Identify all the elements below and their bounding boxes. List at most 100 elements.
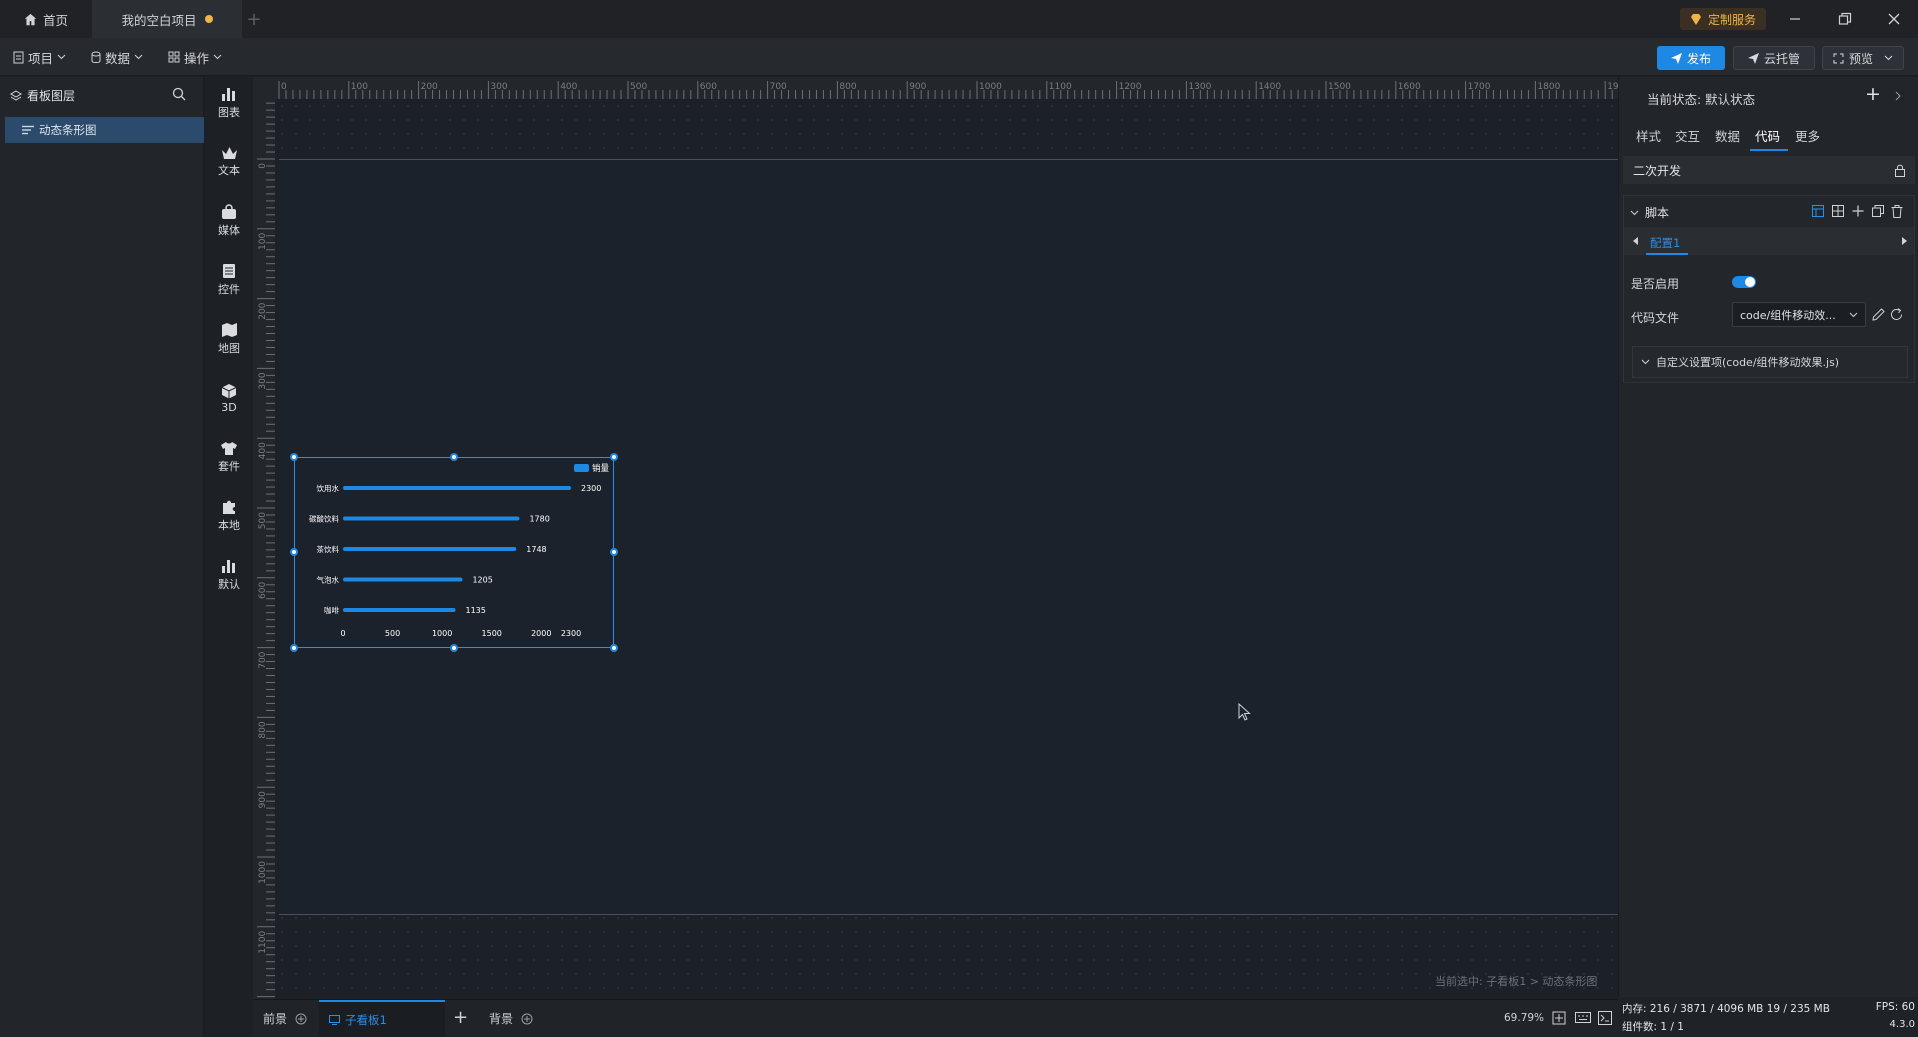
unsaved-dot <box>204 15 213 23</box>
background-tab[interactable]: 背景 <box>489 1010 533 1027</box>
layers-title: 看板图层 <box>27 89 76 103</box>
minimize-button[interactable] <box>1784 8 1806 30</box>
caret-right-icon[interactable] <box>1902 237 1907 245</box>
zoom-level[interactable]: 69.79% <box>1504 1012 1544 1024</box>
custom-settings-item[interactable]: 自定义设置项(code/组件移动效果.js) <box>1632 346 1908 378</box>
component-map[interactable]: 地图 <box>205 313 253 365</box>
resize-handle-w[interactable] <box>290 548 298 556</box>
tab-home[interactable]: 首页 <box>0 0 92 38</box>
resize-handle-nw[interactable] <box>290 453 298 461</box>
restore-button[interactable] <box>1834 8 1856 30</box>
sub-board-tab[interactable]: 子看板1 <box>319 1000 445 1037</box>
tab-code[interactable]: 代码 <box>1755 126 1780 145</box>
ruler-tick-label: 800 <box>258 721 268 738</box>
menu-operation[interactable]: 操作 <box>168 47 222 67</box>
foreground-tab[interactable]: 前景 <box>263 1010 307 1027</box>
preview-button[interactable]: 预览 <box>1822 46 1904 70</box>
config-tab[interactable]: 配置1 <box>1650 235 1680 251</box>
ruler-tick-label: 200 <box>421 82 438 92</box>
chevron-right-icon[interactable] <box>1895 91 1901 101</box>
resize-handle-e[interactable] <box>610 548 618 556</box>
code-file-select[interactable]: code/组件移动效... <box>1732 302 1866 327</box>
ruler-vertical-ticks: 0 100 200 300 400 500 600 700 800 900 1000 1100 <box>257 102 275 998</box>
component-control[interactable]: 控件 <box>205 254 253 306</box>
search-button[interactable] <box>172 87 186 104</box>
component-media[interactable]: 媒体 <box>205 195 253 247</box>
menu-data[interactable]: 数据 <box>91 47 143 67</box>
category-label: 茶饮料 <box>317 544 340 554</box>
diamond-icon <box>1690 13 1701 25</box>
x-tick-label: 1000 <box>432 629 452 638</box>
ruler-horizontal-ticks: 0 100 200 300 400 500 600 700 800 900 1000 1100 1200… <box>278 81 1641 99</box>
ruler-tick-label: 1500 <box>1328 82 1351 92</box>
script-header[interactable]: 脚本 <box>1630 204 1669 221</box>
tab-home-label: 首页 <box>42 12 68 28</box>
component-text-label: 文本 <box>218 164 240 177</box>
tab-data[interactable]: 数据 <box>1715 126 1740 145</box>
ruler-tick-label: 200 <box>258 302 268 319</box>
bottom-bar: 前景 子看板1 + 背景 69.79% <box>253 999 1618 1037</box>
split-icon[interactable] <box>1832 205 1844 217</box>
value-label: 1135 <box>466 606 486 615</box>
custom-settings-label: 自定义设置项(code/组件移动效果.js) <box>1656 356 1840 369</box>
cloud-host-label: 云托管 <box>1763 51 1800 66</box>
fps-status: FPS: 60 <box>1875 1001 1915 1013</box>
add-board-button[interactable]: + <box>453 1007 468 1028</box>
component-3d[interactable]: 3D <box>205 372 253 424</box>
publish-button[interactable]: 发布 <box>1657 46 1725 70</box>
media-icon <box>222 204 236 219</box>
custom-service-button[interactable]: 定制服务 <box>1680 8 1766 30</box>
trash-icon[interactable] <box>1891 205 1903 218</box>
tab-more[interactable]: 更多 <box>1795 126 1820 145</box>
fit-screen-icon[interactable] <box>1552 1011 1566 1025</box>
bar-chart-widget[interactable]: 销量 饮用水 2300 碳酸饮料 1780 茶饮料 1748 气泡水 1205 咖啡 1135 0 50… <box>294 457 614 648</box>
chart-icon <box>222 88 235 101</box>
restore-icon <box>1838 12 1852 25</box>
component-kit[interactable]: 套件 <box>205 431 253 483</box>
add-state-button[interactable]: + <box>1865 83 1881 105</box>
enabled-toggle[interactable] <box>1732 276 1756 288</box>
component-chart[interactable]: 图表 <box>205 77 253 129</box>
minimize-icon <box>1790 18 1800 20</box>
component-text[interactable]: 文本 <box>205 136 253 188</box>
resize-handle-ne[interactable] <box>610 453 618 461</box>
chevron-down-icon <box>134 54 143 60</box>
resize-handle-sw[interactable] <box>290 644 298 652</box>
selection-path: 当前选中: 子看板1 > 动态条形图 <box>1435 975 1598 988</box>
crown-icon <box>221 147 237 159</box>
home-icon <box>24 13 37 25</box>
version-label: 4.3.0 <box>1889 1019 1915 1030</box>
menu-project-label: 项目 <box>28 50 54 66</box>
layout-icon[interactable] <box>1812 205 1824 217</box>
x-tick-label: 2300 <box>561 629 581 638</box>
caret-left-icon[interactable] <box>1633 237 1638 245</box>
ruler-tick-label: 300 <box>258 372 268 389</box>
tab-style[interactable]: 样式 <box>1636 126 1661 145</box>
keyboard-icon[interactable] <box>1575 1011 1591 1024</box>
component-local[interactable]: 本地 <box>205 490 253 542</box>
cloud-host-button[interactable]: 云托管 <box>1733 46 1815 70</box>
component-media-label: 媒体 <box>218 224 240 237</box>
toggle-knob <box>1745 277 1755 287</box>
layer-item[interactable]: 动态条形图 <box>5 117 204 143</box>
tab-interaction[interactable]: 交互 <box>1675 126 1700 145</box>
memory-status: 内存: 216 / 3871 / 4096 MB 19 / 235 MB <box>1622 1003 1830 1015</box>
lock-icon[interactable] <box>1894 164 1906 177</box>
close-button[interactable] <box>1883 8 1905 30</box>
category-label: 气泡水 <box>317 575 340 585</box>
refresh-icon[interactable] <box>1890 308 1903 321</box>
plus-icon[interactable] <box>1852 205 1864 217</box>
copy-icon[interactable] <box>1872 205 1884 217</box>
new-tab-button[interactable]: + <box>246 0 262 38</box>
terminal-icon[interactable] <box>1598 1011 1612 1025</box>
edit-icon[interactable] <box>1872 308 1885 321</box>
component-default[interactable]: 默认 <box>205 549 253 601</box>
category-label: 碳酸饮料 <box>309 514 339 524</box>
menu-project[interactable]: 项目 <box>13 47 66 67</box>
resize-handle-se[interactable] <box>610 644 618 652</box>
tab-project[interactable]: 我的空白项目 <box>92 0 242 38</box>
close-icon <box>1888 13 1900 25</box>
resize-handle-n[interactable] <box>450 453 458 461</box>
component-3d-label: 3D <box>221 400 237 414</box>
resize-handle-s[interactable] <box>450 644 458 652</box>
